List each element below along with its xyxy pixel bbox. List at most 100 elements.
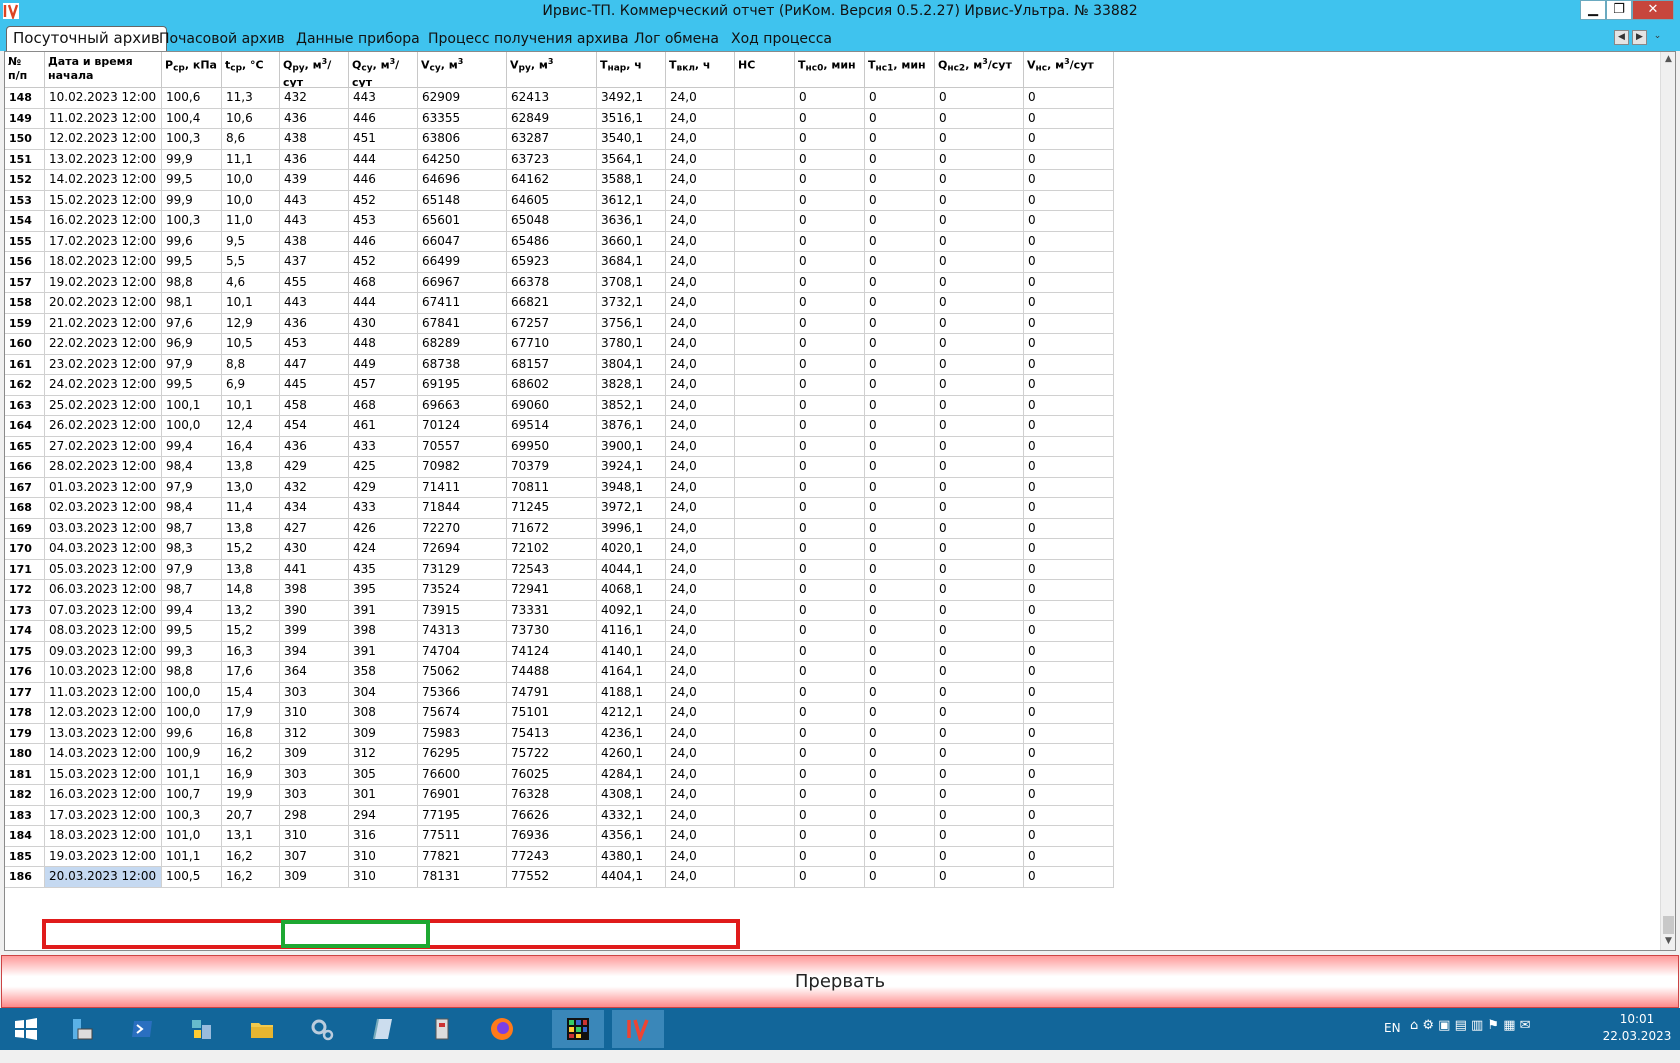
column-header-vsu[interactable]: Vсу, м3: [418, 52, 507, 88]
cell-p[interactable]: 100,9: [162, 744, 222, 765]
cell-date[interactable]: 11.02.2023 12:00: [45, 108, 162, 129]
cell-vsu[interactable]: 66967: [418, 272, 507, 293]
cell-tnar[interactable]: 4236,1: [597, 723, 666, 744]
cell-tnar[interactable]: 3588,1: [597, 170, 666, 191]
cell-tnar[interactable]: 3756,1: [597, 313, 666, 334]
cell-vru[interactable]: 63723: [507, 149, 597, 170]
cell-qru[interactable]: 398: [280, 580, 349, 601]
cell-date[interactable]: 03.03.2023 12:00: [45, 518, 162, 539]
cell-tnar[interactable]: 3804,1: [597, 354, 666, 375]
cell-tns1[interactable]: 0: [865, 211, 935, 232]
table-row[interactable]: 159 21.02.2023 12:00 97,6 12,9 436 430 67841 67…: [5, 313, 1130, 334]
cell-date[interactable]: 12.02.2023 12:00: [45, 129, 162, 150]
cell-n[interactable]: 174: [5, 621, 45, 642]
cell-vru[interactable]: 64605: [507, 190, 597, 211]
cell-t[interactable]: 15,4: [222, 682, 280, 703]
cell-tvkl[interactable]: 24,0: [666, 621, 735, 642]
cell-qns2[interactable]: 0: [935, 539, 1024, 560]
cell-qns2[interactable]: 0: [935, 395, 1024, 416]
cell-tns0[interactable]: 0: [795, 313, 865, 334]
cell-qns2[interactable]: 0: [935, 477, 1024, 498]
cell-tns0[interactable]: 0: [795, 559, 865, 580]
cell-vsu[interactable]: 71411: [418, 477, 507, 498]
cell-qsu[interactable]: 446: [349, 170, 418, 191]
cell-qru[interactable]: 429: [280, 457, 349, 478]
cell-tns1[interactable]: 0: [865, 477, 935, 498]
cell-vsu[interactable]: 67411: [418, 293, 507, 314]
grid-app-icon[interactable]: [552, 1010, 604, 1048]
cell-tns0[interactable]: 0: [795, 354, 865, 375]
cell-vsu[interactable]: 69195: [418, 375, 507, 396]
cell-tnar[interactable]: 4068,1: [597, 580, 666, 601]
cell-p[interactable]: 98,1: [162, 293, 222, 314]
cell-tvkl[interactable]: 24,0: [666, 457, 735, 478]
cell-vns[interactable]: 0: [1024, 764, 1114, 785]
cell-date[interactable]: 05.03.2023 12:00: [45, 559, 162, 580]
cell-tnar[interactable]: 3780,1: [597, 334, 666, 355]
cell-ns[interactable]: [735, 334, 795, 355]
cell-tvkl[interactable]: 24,0: [666, 252, 735, 273]
cell-tns1[interactable]: 0: [865, 580, 935, 601]
cell-vns[interactable]: 0: [1024, 744, 1114, 765]
table-row[interactable]: 186 20.03.2023 12:00 100,5 16,2 309 310 78131 7…: [5, 867, 1130, 888]
abort-button[interactable]: Прервать: [1, 955, 1679, 1008]
cell-qsu[interactable]: 309: [349, 723, 418, 744]
cell-date[interactable]: 10.03.2023 12:00: [45, 662, 162, 683]
column-header-ns[interactable]: НС: [735, 52, 795, 88]
file-explorer-icon[interactable]: [236, 1010, 288, 1048]
cell-p[interactable]: 100,3: [162, 129, 222, 150]
cell-qru[interactable]: 427: [280, 518, 349, 539]
cell-date[interactable]: 02.03.2023 12:00: [45, 498, 162, 519]
cell-ns[interactable]: [735, 723, 795, 744]
cell-tvkl[interactable]: 24,0: [666, 129, 735, 150]
cell-n[interactable]: 186: [5, 867, 45, 888]
cell-p[interactable]: 99,9: [162, 149, 222, 170]
cell-date[interactable]: 14.02.2023 12:00: [45, 170, 162, 191]
cell-tns0[interactable]: 0: [795, 334, 865, 355]
cell-t[interactable]: 12,4: [222, 416, 280, 437]
cell-date[interactable]: 24.02.2023 12:00: [45, 375, 162, 396]
cell-vsu[interactable]: 74704: [418, 641, 507, 662]
cell-tns1[interactable]: 0: [865, 805, 935, 826]
table-row[interactable]: 179 13.03.2023 12:00 99,6 16,8 312 309 75983 75…: [5, 723, 1130, 744]
minimize-button[interactable]: ▁: [1580, 0, 1606, 20]
cell-qru[interactable]: 432: [280, 88, 349, 109]
table-row[interactable]: 183 17.03.2023 12:00 100,3 20,7 298 294 77195 7…: [5, 805, 1130, 826]
cell-vsu[interactable]: 77821: [418, 846, 507, 867]
cell-tns1[interactable]: 0: [865, 170, 935, 191]
close-button[interactable]: ✕: [1632, 0, 1674, 20]
cell-tnar[interactable]: 4164,1: [597, 662, 666, 683]
cell-vns[interactable]: 0: [1024, 395, 1114, 416]
cell-vsu[interactable]: 73524: [418, 580, 507, 601]
cell-qru[interactable]: 399: [280, 621, 349, 642]
cell-tns1[interactable]: 0: [865, 621, 935, 642]
cell-vru[interactable]: 68157: [507, 354, 597, 375]
cell-qsu[interactable]: 391: [349, 600, 418, 621]
cell-tnar[interactable]: 3732,1: [597, 293, 666, 314]
cell-qns2[interactable]: 0: [935, 149, 1024, 170]
cell-n[interactable]: 162: [5, 375, 45, 396]
cell-vsu[interactable]: 74313: [418, 621, 507, 642]
cell-p[interactable]: 99,6: [162, 231, 222, 252]
cell-qsu[interactable]: 444: [349, 293, 418, 314]
cell-qsu[interactable]: 358: [349, 662, 418, 683]
cell-tnar[interactable]: 4356,1: [597, 826, 666, 847]
cell-tns0[interactable]: 0: [795, 580, 865, 601]
cell-vsu[interactable]: 63355: [418, 108, 507, 129]
cell-t[interactable]: 16,2: [222, 744, 280, 765]
cell-t[interactable]: 10,6: [222, 108, 280, 129]
cell-tnar[interactable]: 3972,1: [597, 498, 666, 519]
cell-tns0[interactable]: 0: [795, 826, 865, 847]
cell-vru[interactable]: 67710: [507, 334, 597, 355]
cell-ns[interactable]: [735, 539, 795, 560]
cell-tns0[interactable]: 0: [795, 600, 865, 621]
cell-p[interactable]: 98,7: [162, 580, 222, 601]
cell-tns0[interactable]: 0: [795, 805, 865, 826]
cell-ns[interactable]: [735, 826, 795, 847]
cell-tvkl[interactable]: 24,0: [666, 785, 735, 806]
cell-qru[interactable]: 394: [280, 641, 349, 662]
cell-vns[interactable]: 0: [1024, 88, 1114, 109]
cell-tns0[interactable]: 0: [795, 641, 865, 662]
cell-date[interactable]: 20.03.2023 12:00: [45, 867, 162, 888]
cell-tns0[interactable]: 0: [795, 764, 865, 785]
